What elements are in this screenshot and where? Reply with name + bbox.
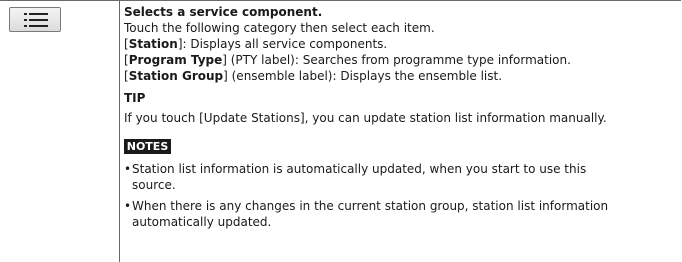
- category-text: (PTY label): Searches from programme typ…: [226, 53, 571, 67]
- reference-table-row: Selects a service component. Touch the f…: [0, 0, 681, 262]
- list-menu-icon: [24, 13, 48, 27]
- category-text: : Displays all service components.: [182, 37, 388, 51]
- note-bullet: •: [124, 162, 132, 176]
- tip-label: TIP: [124, 91, 146, 105]
- tip-text: If you touch [Update Stations], you can …: [124, 111, 607, 125]
- note-2-line-2: automatically updated.: [132, 215, 272, 229]
- note-bullet: •: [124, 199, 132, 213]
- icon-column: [0, 1, 119, 262]
- category-item-station: [Station]: Displays all service componen…: [124, 36, 387, 52]
- note-1-line-2: source.: [132, 178, 176, 192]
- description-intro: Touch the following category then select…: [124, 21, 435, 35]
- category-text: (ensemble label): Displays the ensemble …: [227, 69, 503, 83]
- note-2-line-1: When there is any changes in the current…: [132, 199, 609, 213]
- category-item-station-group: [Station Group] (ensemble label): Displa…: [124, 68, 502, 84]
- notes-badge: NOTES: [124, 139, 171, 154]
- category-term: Program Type: [128, 53, 223, 67]
- description-heading: Selects a service component.: [124, 5, 323, 19]
- column-divider: [119, 1, 120, 262]
- category-item-program-type: [Program Type] (PTY label): Searches fro…: [124, 52, 571, 68]
- category-term: Station Group: [128, 69, 224, 83]
- note-1-line-1: Station list information is automaticall…: [132, 162, 587, 176]
- station-list-button[interactable]: [9, 7, 61, 32]
- category-term: Station: [128, 37, 178, 51]
